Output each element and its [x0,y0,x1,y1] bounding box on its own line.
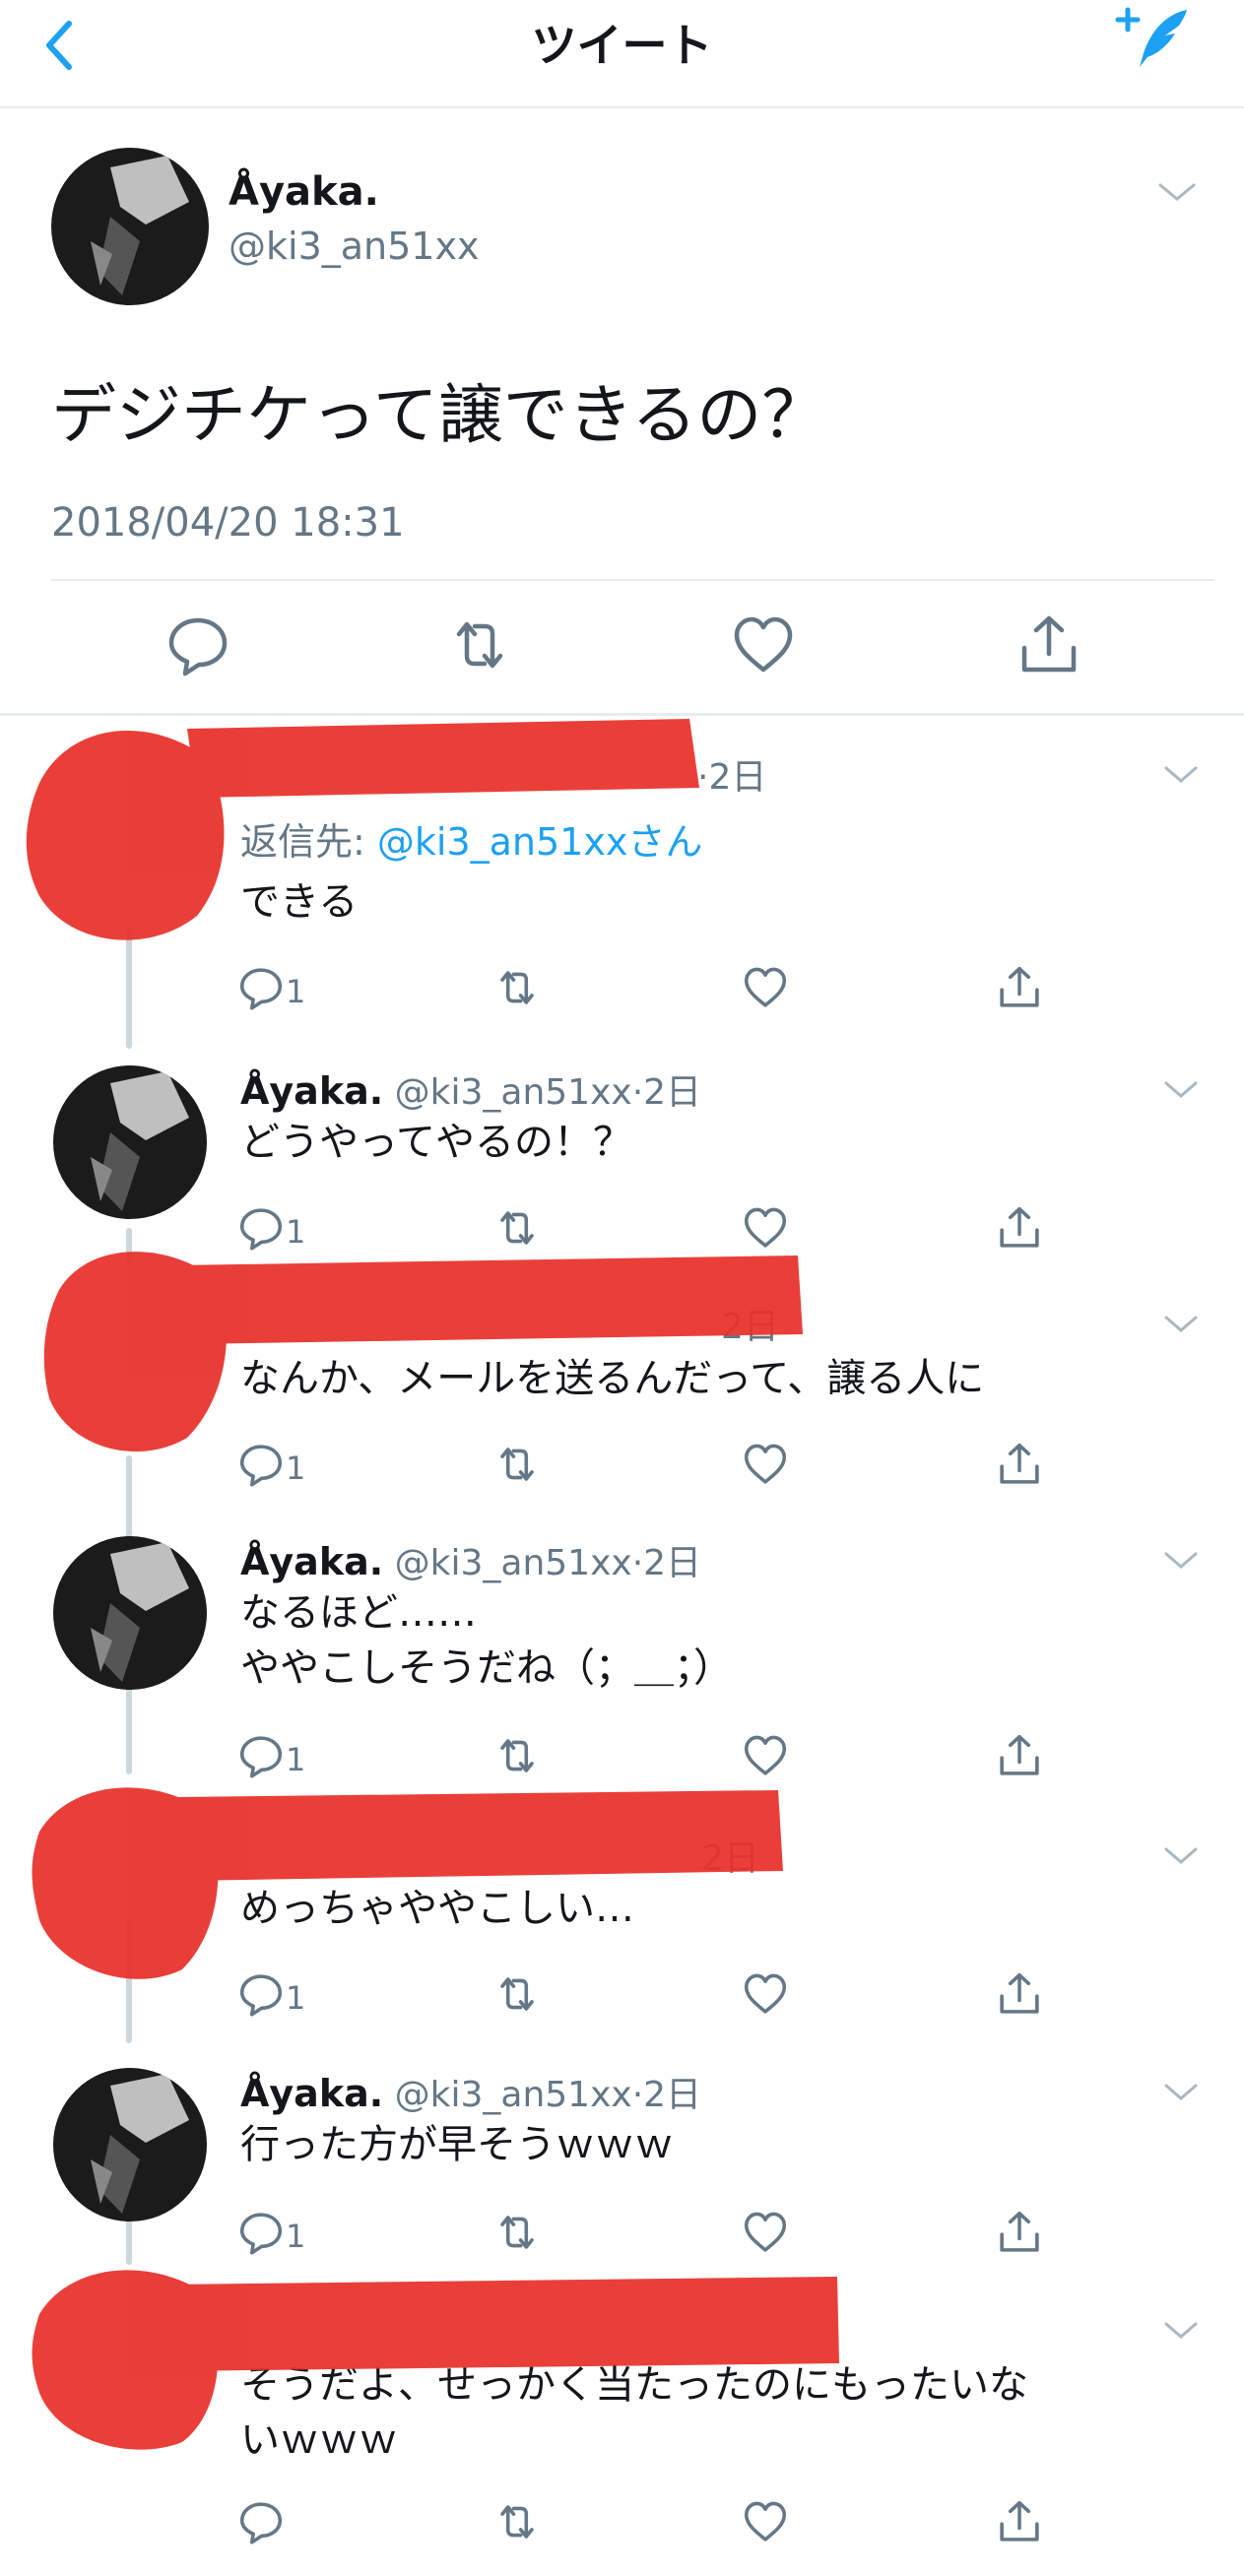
like-icon[interactable] [741,2497,790,2556]
reply-time: ·2日 [631,1543,702,1583]
main-tweet-text: デジチケって譲できるの？ [51,377,827,453]
display-name: Åyaka. [240,2072,384,2115]
avatar[interactable] [51,1534,209,1692]
handle: @ki3_an51xx [394,2075,632,2115]
reply-icon[interactable]: 1 [236,1731,335,1790]
reply-action-bar: 1 [0,2208,1244,2267]
share-icon[interactable] [995,1440,1044,1499]
retweet-icon[interactable] [445,611,514,679]
share-icon[interactable] [1015,611,1083,679]
reply-action-bar: 1 [0,963,1244,1022]
reply-icon[interactable]: 1 [236,2208,335,2267]
like-icon[interactable] [729,611,798,679]
like-icon[interactable] [741,1731,790,1790]
handle: @ki3_an51xx [394,1543,632,1583]
share-icon[interactable] [995,1731,1044,1790]
reply-action-bar: 1 [0,1731,1244,1790]
handle: @ki3_an51xx [394,1072,632,1113]
caret-down-icon[interactable] [1160,2080,1202,2105]
like-icon[interactable] [741,1969,790,2029]
caret-down-icon[interactable] [1160,1843,1202,1869]
like-icon[interactable] [741,963,790,1022]
main-tweet-timestamp: 2018/04/20 18:31 [51,500,405,546]
reply-meta: Åyaka. @ki3_an51xx·2日 [240,1534,701,1585]
share-icon[interactable] [995,2208,1044,2267]
reply-text: なるほど…… ややこしそうだね（；＿；） [240,1590,733,1691]
divider [51,579,1214,581]
reply-time: ·2日 [697,757,767,798]
share-icon[interactable] [995,1969,1044,2029]
caret-down-icon[interactable] [1160,1548,1202,1574]
retweet-icon[interactable] [492,1203,542,1262]
reply-icon[interactable]: 1 [236,963,335,1022]
reply-action-bar: 1 [0,1440,1244,1499]
caret-down-icon[interactable] [1160,2318,1202,2344]
reply-icon[interactable] [236,2497,335,2556]
reply-meta: Åyaka. @ki3_an51xx·2日 [240,1063,701,1115]
divider [0,713,1244,716]
retweet-icon[interactable] [492,2208,542,2267]
display-name: Åyaka. [240,1069,384,1113]
reply-time: ·2日 [631,1072,702,1113]
replying-to-handle[interactable]: @ki3_an51xxさん [377,820,702,864]
reply-action-bar: 1 [0,1969,1244,2029]
like-icon[interactable] [741,2208,790,2267]
like-icon[interactable] [741,1440,790,1499]
compose-tweet-icon[interactable] [1108,4,1197,73]
reply-meta: Åyaka. @ki3_an51xx·2日 [240,2066,701,2117]
display-name: Åyaka. [240,1540,384,1583]
main-tweet-action-bar [0,611,1244,699]
reply-action-bar [0,2497,1244,2556]
reply-icon[interactable]: 1 [236,1203,335,1262]
reply-text: めっちゃややこしい… [240,1886,634,1931]
avatar[interactable] [51,1063,209,1221]
reply-text: なんか、メールを送るんだって、譲る人に [240,1356,985,1401]
retweet-icon[interactable] [492,1969,542,2029]
caret-down-icon[interactable] [1154,177,1200,207]
reply-time: ·2日 [631,2075,702,2115]
retweet-icon[interactable] [492,1440,542,1499]
top-nav-bar: ツイート [0,0,1244,108]
reply-text: どうやってやるの！？ [240,1120,632,1165]
main-tweet-avatar[interactable] [51,148,209,305]
reply-time: 2日 [721,1307,779,1347]
avatar[interactable] [51,2066,209,2223]
reply-icon[interactable] [164,611,232,679]
share-icon[interactable] [995,2497,1044,2556]
retweet-icon[interactable] [492,2497,542,2556]
share-icon[interactable] [995,963,1044,1022]
share-icon[interactable] [995,1203,1044,1262]
retweet-icon[interactable] [492,963,542,1022]
reply-icon[interactable]: 1 [236,1440,335,1499]
reply-time: 2日 [701,1838,759,1879]
main-tweet-display-name[interactable]: Åyaka. [229,169,379,215]
page-title: ツイート [531,19,713,72]
caret-down-icon[interactable] [1160,1312,1202,1337]
main-tweet-handle[interactable]: @ki3_an51xx [229,225,479,268]
reply-text: 行った方が早そうｗｗｗ [240,2122,674,2167]
like-icon[interactable] [741,1203,790,1262]
reply-icon[interactable]: 1 [236,1969,335,2029]
reply-text: できる [240,879,359,925]
reply-action-bar: 1 [0,1203,1244,1262]
caret-down-icon[interactable] [1160,1077,1202,1103]
caret-down-icon[interactable] [1160,762,1202,788]
retweet-icon[interactable] [492,1731,542,1790]
replying-to: 返信先: @ki3_an51xxさん [240,820,703,864]
reply-text: そうだよ、せっかく当たったのにもったいな いｗｗｗ [240,2362,1028,2463]
